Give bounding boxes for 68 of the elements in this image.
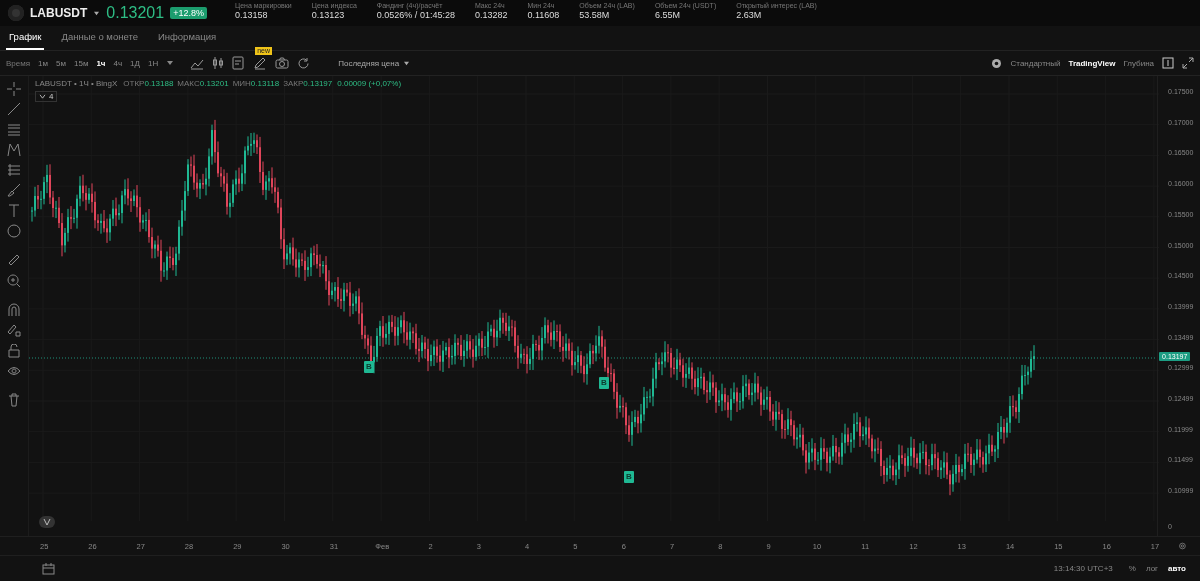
stat-value: 0.13282 — [474, 9, 508, 20]
buy-marker[interactable]: B — [363, 361, 374, 373]
stat-value: 53.58M — [579, 9, 611, 20]
refresh-icon[interactable] — [297, 56, 311, 70]
legend-title: LABUSDT • 1Ч • BingX — [34, 79, 118, 88]
symbol-selector[interactable]: LABUSDT — [30, 6, 88, 20]
view-mode-tab[interactable]: TradingView — [1068, 58, 1116, 68]
coin-logo-icon — [8, 5, 24, 21]
legend-label: МИН — [232, 79, 251, 88]
interval-button[interactable]: 4ч — [113, 58, 123, 68]
legend-value: 0.13118 — [250, 79, 280, 88]
stat-value: 0.11608 — [527, 9, 560, 20]
scale-option[interactable]: лог — [1145, 564, 1159, 573]
interval-label: Время — [6, 58, 31, 68]
interval-button[interactable]: 1Н — [148, 58, 159, 68]
interval-button[interactable]: 1Д — [130, 58, 140, 68]
price-type-dropdown[interactable]: Последняя цена — [338, 58, 411, 68]
visibility-toggle-icon[interactable] — [38, 516, 55, 528]
stat-value: 2.63M — [736, 9, 762, 20]
brush-icon[interactable] — [6, 183, 21, 198]
view-mode-tab[interactable]: Стандартный — [1010, 58, 1061, 68]
pencil-icon[interactable] — [253, 56, 268, 70]
interval-button[interactable]: 5м — [56, 58, 66, 68]
stat-value: 0.0526% / 01:45:28 — [376, 9, 455, 20]
view-mode-tab[interactable]: Глубина — [1123, 58, 1154, 68]
line-icon[interactable] — [6, 102, 21, 117]
legend-label: МАКС — [177, 79, 200, 88]
caret-icon[interactable] — [93, 10, 101, 16]
legend-value: 0.13197 — [303, 79, 333, 88]
scale-option[interactable]: авто — [1168, 564, 1186, 573]
fullscreen-icon[interactable] — [1182, 57, 1194, 69]
indicators-toggle[interactable]: 4 — [34, 91, 58, 102]
last-price: 0.13201 — [106, 4, 165, 22]
stat-value: 6.55M — [654, 9, 681, 20]
pattern-icon[interactable] — [6, 142, 21, 157]
change-badge: +12.8% — [170, 7, 207, 19]
legend-value: 0.13201 — [199, 79, 229, 88]
stat-value: 0.13123 — [311, 9, 345, 20]
scale-option[interactable]: % — [1128, 564, 1136, 573]
legend-change: 0.00009 (+0,07%) — [337, 79, 402, 88]
caret-icon[interactable] — [166, 60, 175, 66]
legend-value: 0.13188 — [144, 79, 174, 88]
buy-marker[interactable]: B — [598, 377, 609, 389]
template-icon[interactable] — [232, 56, 246, 70]
measure-icon[interactable] — [6, 253, 21, 268]
settings-icon[interactable] — [989, 56, 1003, 70]
camera-icon[interactable] — [275, 57, 290, 69]
interval-button[interactable]: 1м — [38, 58, 49, 68]
buy-marker[interactable]: B — [623, 471, 634, 483]
ruler-lines-icon[interactable] — [6, 163, 21, 178]
calendar-icon[interactable] — [42, 562, 55, 575]
panel-icon[interactable] — [1162, 57, 1174, 69]
chevron-icon — [38, 94, 46, 99]
tab[interactable]: График — [6, 28, 45, 50]
magnet-icon[interactable] — [6, 302, 21, 317]
trash-icon[interactable] — [6, 393, 21, 408]
interval-button[interactable]: 1ч — [96, 58, 106, 68]
legend-label: ОТКР — [123, 79, 145, 88]
tab[interactable]: Информация — [154, 28, 220, 50]
clock-time: 13:14:30 UTC+3 — [1053, 564, 1113, 573]
zoom-in-icon[interactable] — [6, 273, 21, 288]
legend-label: ЗАКР — [283, 79, 304, 88]
caret-icon — [403, 60, 411, 66]
interval-button[interactable]: 15м — [74, 58, 89, 68]
lock-icon[interactable] — [6, 343, 21, 358]
tab[interactable]: Данные о монете — [58, 28, 141, 50]
candlestick-icon[interactable] — [212, 56, 225, 70]
stat-value: 0.13158 — [234, 9, 268, 20]
